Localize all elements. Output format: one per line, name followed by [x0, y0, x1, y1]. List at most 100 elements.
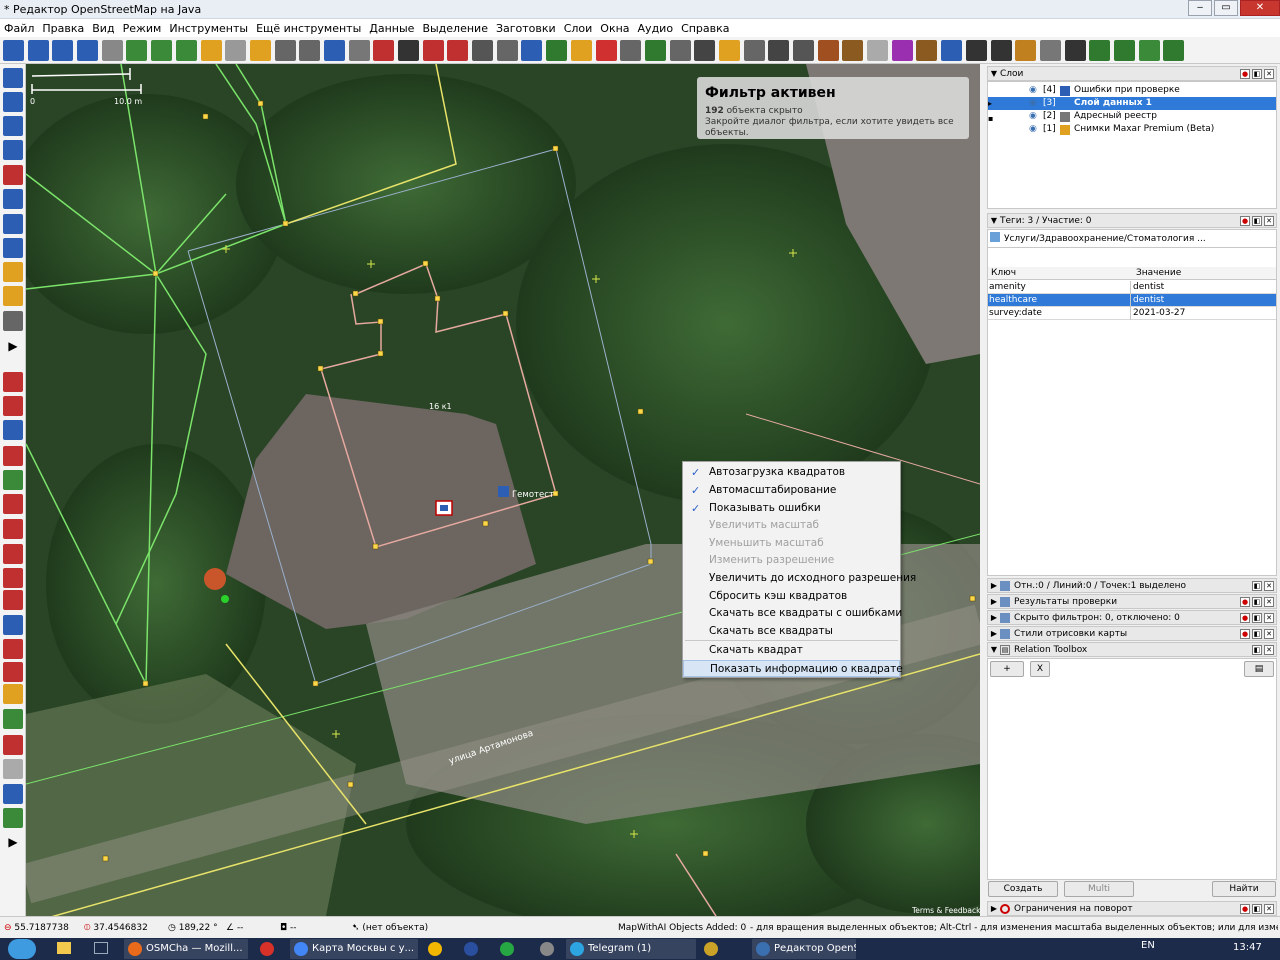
taskbar-app[interactable]: Telegram (1): [566, 939, 696, 959]
menu-item[interactable]: Правка: [38, 22, 88, 35]
close-panel-icon[interactable]: ●: [1240, 628, 1250, 639]
expand-icon[interactable]: ▶: [988, 581, 1000, 590]
mask-icon[interactable]: [595, 39, 617, 61]
open-icon[interactable]: [3, 39, 24, 61]
globe-icon[interactable]: [521, 39, 543, 61]
layer-arrow-icon[interactable]: ▸: [988, 99, 1002, 108]
warning-icon[interactable]: [3, 544, 23, 564]
detach-panel-icon[interactable]: ◧: [1252, 215, 1262, 226]
expand-icon[interactable]: ▶: [988, 629, 1000, 638]
selection-icon[interactable]: [3, 420, 23, 440]
person-icon[interactable]: [990, 39, 1012, 61]
menu-item[interactable]: Заготовки: [492, 22, 560, 35]
taskbar-app[interactable]: Карта Москвы с у...: [290, 939, 418, 959]
building-icon[interactable]: [249, 39, 271, 61]
validation-icon[interactable]: [3, 808, 23, 828]
parallel-icon[interactable]: [3, 238, 23, 258]
menu-item[interactable]: Файл: [0, 22, 38, 35]
tag-icon[interactable]: [3, 639, 23, 659]
plus-icon[interactable]: [620, 39, 642, 61]
wall-icon[interactable]: [398, 39, 419, 61]
turn-restrictions-header[interactable]: ▶ Ограничения на поворот ● ◧ ✕: [987, 901, 1277, 916]
column-value[interactable]: Значение: [1136, 267, 1181, 280]
detach-panel-icon[interactable]: ◧: [1252, 644, 1262, 655]
clothes-icon[interactable]: [867, 39, 889, 61]
collapse-icon[interactable]: ▼: [988, 645, 1000, 654]
context-menu-item[interactable]: Сбросить кэш квадратов: [683, 588, 900, 606]
undo-icon[interactable]: [77, 39, 99, 61]
close-panel-icon[interactable]: ●: [1240, 612, 1250, 623]
layer-row[interactable]: ◉ [3] Слой данных 1: [988, 97, 1276, 110]
menu-item[interactable]: Ещё инструменты: [252, 22, 365, 35]
list-icon[interactable]: [3, 494, 23, 514]
download-icon[interactable]: [27, 39, 49, 61]
house-icon[interactable]: [793, 39, 814, 61]
dollar-icon[interactable]: [916, 39, 938, 61]
hide-panel-icon[interactable]: ✕: [1264, 68, 1274, 79]
collapsed-panel-header[interactable]: ▶ Скрыто фильтрон: 0, отключено: 0 ● ◧ ✕: [987, 610, 1277, 625]
menu-item[interactable]: Данные: [365, 22, 418, 35]
context-menu-item[interactable]: Показать информацию о квадрате: [683, 659, 903, 678]
select-icon[interactable]: [126, 39, 148, 61]
phone-icon[interactable]: [669, 39, 691, 61]
draw-pencil-icon[interactable]: [3, 286, 23, 306]
history-icon[interactable]: [3, 519, 23, 539]
collapsed-panel-header[interactable]: ▶ Результаты проверки ● ◧ ✕: [987, 594, 1277, 609]
tree-icon[interactable]: [1039, 39, 1061, 61]
expand-icon[interactable]: ▶: [988, 613, 1000, 622]
menu-item[interactable]: Режим: [119, 22, 166, 35]
filter-icon[interactable]: [3, 446, 23, 466]
taskbar-app[interactable]: [536, 939, 564, 959]
box-icon[interactable]: [891, 39, 913, 61]
menu-item[interactable]: Справка: [677, 22, 733, 35]
expand-icon[interactable]: ▶: [988, 904, 1000, 913]
eye-icon[interactable]: ◉: [1029, 97, 1037, 110]
water-icon[interactable]: [1138, 39, 1160, 61]
tray-time[interactable]: 13:47: [1233, 942, 1262, 953]
cart-icon[interactable]: [817, 39, 839, 61]
layer-move-icon[interactable]: ▪: [988, 114, 1002, 123]
relation-doc-icon[interactable]: ▤: [1244, 661, 1274, 677]
split-icon[interactable]: [3, 189, 23, 209]
clock-icon[interactable]: [546, 39, 568, 61]
author-icon[interactable]: [3, 590, 23, 610]
delete-icon[interactable]: [3, 165, 23, 185]
bag-icon[interactable]: [1015, 39, 1037, 61]
find-button[interactable]: Найти: [1212, 881, 1276, 897]
collapse-icon[interactable]: ▼: [988, 69, 1000, 78]
close-button[interactable]: ✕: [1240, 0, 1280, 16]
settings-icon[interactable]: [175, 39, 197, 61]
menu-item[interactable]: Окна: [596, 22, 633, 35]
taskbar-app[interactable]: [460, 939, 488, 959]
wheat-icon[interactable]: [1163, 39, 1185, 61]
info-icon[interactable]: [496, 39, 518, 61]
tag-row[interactable]: survey:date 2021-03-27: [988, 307, 1276, 320]
context-menu-item[interactable]: Скачать квадрат: [683, 642, 900, 660]
hide-panel-icon[interactable]: ✕: [1264, 596, 1274, 607]
draw-icon[interactable]: [3, 116, 23, 136]
flag-icon[interactable]: [570, 39, 592, 61]
expand-icon[interactable]: ▶: [988, 597, 1000, 606]
tools-icon[interactable]: [200, 39, 222, 61]
taskbar-app[interactable]: [424, 939, 452, 959]
eye-icon[interactable]: ◉: [1029, 84, 1037, 97]
eye-icon[interactable]: ◉: [1029, 110, 1037, 123]
context-menu-item[interactable]: ✓ Автомасштабирование: [683, 482, 900, 500]
layer-row[interactable]: ◉ [2] Адресный реестр: [988, 110, 1276, 123]
hide-panel-icon[interactable]: ✕: [1264, 644, 1274, 655]
download-icon[interactable]: [3, 615, 23, 635]
detach-panel-icon[interactable]: ◧: [1252, 628, 1262, 639]
collapsed-panel-header[interactable]: ▶ Отн.:0 / Линий:0 / Точек:1 выделено ◧ ✕: [987, 578, 1277, 593]
gps-icon[interactable]: [3, 662, 23, 682]
fence-icon[interactable]: [422, 39, 444, 61]
layer-icon[interactable]: [3, 372, 23, 392]
paint-icon[interactable]: [3, 684, 23, 704]
hide-panel-icon[interactable]: ✕: [1264, 612, 1274, 623]
grass-icon[interactable]: [1113, 39, 1135, 61]
bar-icon[interactable]: [225, 39, 247, 61]
pin-icon[interactable]: [941, 39, 963, 61]
menu-item[interactable]: Инструменты: [165, 22, 252, 35]
building-tool-icon[interactable]: [3, 311, 23, 331]
forest-icon[interactable]: [1064, 39, 1086, 61]
barcode-icon[interactable]: [3, 784, 23, 804]
